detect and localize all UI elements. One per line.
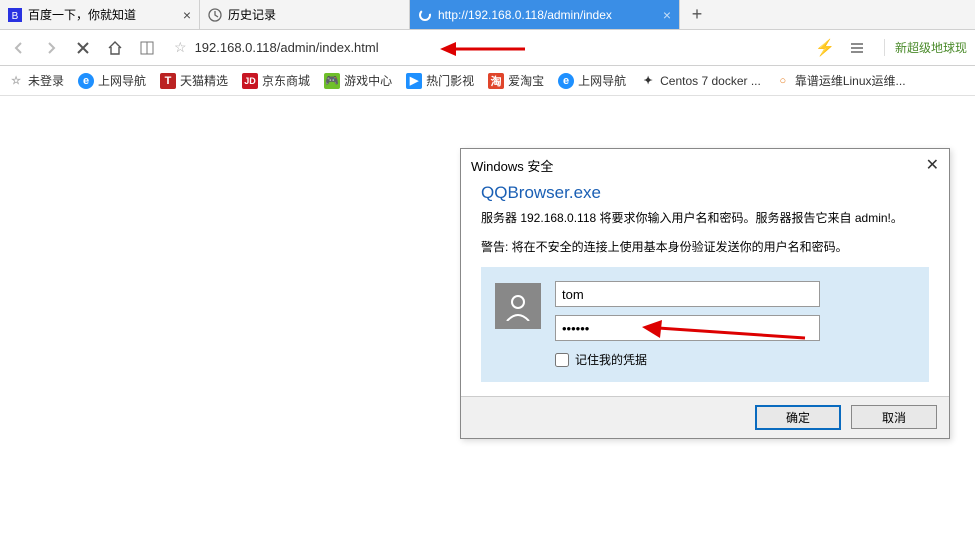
bookmark-nav2[interactable]: e上网导航 bbox=[558, 72, 626, 89]
bookmark-tmall[interactable]: T天猫精选 bbox=[160, 72, 228, 89]
menu-icon[interactable] bbox=[846, 37, 868, 59]
dialog-body: QQBrowser.exe 服务器 192.168.0.118 将要求你输入用户… bbox=[461, 179, 949, 396]
video-icon: ▶ bbox=[406, 73, 422, 89]
tab-label: 历史记录 bbox=[228, 6, 401, 23]
loading-icon bbox=[418, 8, 432, 22]
nav-icon: e bbox=[78, 73, 94, 89]
auth-dialog: Windows 安全 ✕ QQBrowser.exe 服务器 192.168.0… bbox=[460, 148, 950, 439]
bookmark-label: 游戏中心 bbox=[344, 72, 392, 89]
linux-icon: ○ bbox=[775, 73, 791, 89]
bookmark-label: 爱淘宝 bbox=[508, 72, 544, 89]
close-icon[interactable]: × bbox=[663, 7, 671, 23]
history-icon bbox=[208, 8, 222, 22]
bookmark-label: 上网导航 bbox=[578, 72, 626, 89]
tab-label: http://192.168.0.118/admin/index bbox=[438, 8, 657, 22]
dialog-buttons: 确定 取消 bbox=[461, 396, 949, 438]
bookmark-label: Centos 7 docker ... bbox=[660, 74, 761, 88]
tab-baidu[interactable]: B 百度一下，你就知道 × bbox=[0, 0, 200, 29]
taobao-icon: 淘 bbox=[488, 73, 504, 89]
password-input[interactable] bbox=[555, 315, 820, 341]
nav-icon: e bbox=[558, 73, 574, 89]
read-mode-icon[interactable] bbox=[136, 37, 158, 59]
tab-label: 百度一下，你就知道 bbox=[28, 6, 177, 23]
tab-bar: B 百度一下，你就知道 × 历史记录 http://192.168.0.118/… bbox=[0, 0, 975, 30]
bookmark-label: 热门影视 bbox=[426, 72, 474, 89]
dialog-warning: 警告: 将在不安全的连接上使用基本身份验证发送你的用户名和密码。 bbox=[481, 238, 929, 257]
toolbar: ☆ ⚡ 新超级地球现 bbox=[0, 30, 975, 66]
back-button[interactable] bbox=[8, 37, 30, 59]
star-icon: ☆ bbox=[8, 73, 24, 89]
remember-checkbox-row[interactable]: 记住我的凭据 bbox=[555, 351, 915, 368]
close-icon[interactable]: ✕ bbox=[926, 155, 939, 175]
centos-icon: ✦ bbox=[640, 73, 656, 89]
bookmark-centos[interactable]: ✦ Centos 7 docker ... bbox=[640, 73, 761, 89]
bookmark-bar: ☆未登录 e上网导航 T天猫精选 JD京东商城 🎮游戏中心 ▶热门影视 淘爱淘宝… bbox=[0, 66, 975, 96]
bookmark-label: 靠谱运维Linux运维... bbox=[795, 72, 906, 89]
dialog-message: 服务器 192.168.0.118 将要求你输入用户名和密码。服务器报告它来自 … bbox=[481, 209, 929, 228]
dialog-title: Windows 安全 bbox=[471, 156, 553, 175]
avatar-icon bbox=[495, 283, 541, 329]
dialog-titlebar: Windows 安全 ✕ bbox=[461, 149, 949, 179]
remember-label: 记住我的凭据 bbox=[575, 351, 647, 368]
bookmark-jd[interactable]: JD京东商城 bbox=[242, 72, 310, 89]
close-icon[interactable]: × bbox=[183, 7, 191, 23]
bookmark-taobao[interactable]: 淘爱淘宝 bbox=[488, 72, 544, 89]
game-icon: 🎮 bbox=[324, 73, 340, 89]
cancel-button[interactable]: 取消 bbox=[851, 405, 937, 429]
favorite-icon[interactable]: ☆ bbox=[174, 39, 187, 56]
dialog-app-name: QQBrowser.exe bbox=[481, 183, 929, 203]
bookmark-linux[interactable]: ○靠谱运维Linux运维... bbox=[775, 72, 906, 89]
username-input[interactable] bbox=[555, 281, 820, 307]
tab-admin[interactable]: http://192.168.0.118/admin/index × bbox=[410, 0, 680, 29]
svg-text:B: B bbox=[12, 11, 19, 22]
credential-panel: 记住我的凭据 bbox=[481, 267, 929, 382]
baidu-favicon-icon: B bbox=[8, 8, 22, 22]
bookmark-nav1[interactable]: e上网导航 bbox=[78, 72, 146, 89]
bookmark-video[interactable]: ▶热门影视 bbox=[406, 72, 474, 89]
remember-checkbox[interactable] bbox=[555, 353, 569, 367]
bookmark-label: 天猫精选 bbox=[180, 72, 228, 89]
news-link[interactable]: 新超级地球现 bbox=[884, 39, 967, 56]
url-input[interactable] bbox=[195, 40, 798, 55]
address-bar: ☆ bbox=[168, 35, 804, 61]
bookmark-game[interactable]: 🎮游戏中心 bbox=[324, 72, 392, 89]
bookmark-label: 未登录 bbox=[28, 72, 64, 89]
stop-button[interactable] bbox=[72, 37, 94, 59]
forward-button[interactable] bbox=[40, 37, 62, 59]
flash-icon[interactable]: ⚡ bbox=[814, 37, 836, 59]
ok-button[interactable]: 确定 bbox=[755, 405, 841, 430]
home-button[interactable] bbox=[104, 37, 126, 59]
tmall-icon: T bbox=[160, 73, 176, 89]
jd-icon: JD bbox=[242, 73, 258, 89]
credential-fields: 记住我的凭据 bbox=[555, 281, 915, 368]
bookmark-unlogged[interactable]: ☆未登录 bbox=[8, 72, 64, 89]
bookmark-label: 上网导航 bbox=[98, 72, 146, 89]
tab-history[interactable]: 历史记录 bbox=[200, 0, 410, 29]
bookmark-label: 京东商城 bbox=[262, 72, 310, 89]
new-tab-button[interactable]: + bbox=[680, 0, 714, 29]
